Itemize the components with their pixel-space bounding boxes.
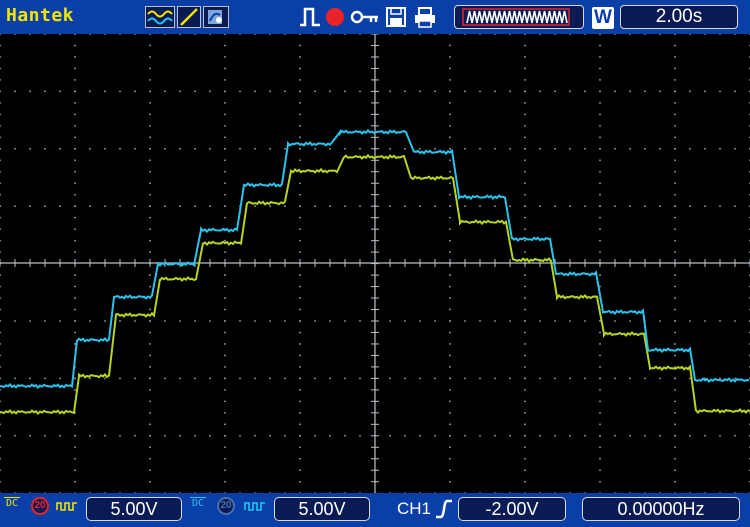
timebase-mode-badge[interactable]: W — [592, 7, 614, 29]
waveform-mode-icon[interactable] — [145, 6, 175, 28]
waveform-display[interactable] — [0, 34, 750, 493]
memory-waveform-icon — [462, 8, 570, 26]
bottom-status-bar: DC 20 5.00V DC 20 5.00V CH1 -2.00V 0.000… — [0, 493, 750, 527]
printer-icon[interactable] — [413, 6, 437, 28]
display-mode-icon[interactable] — [203, 6, 229, 28]
ch2-coupling[interactable]: DC — [190, 497, 206, 509]
ch1-volts-per-div[interactable]: 5.00V — [86, 497, 182, 521]
ch2-coupling-wave-icon — [244, 499, 266, 517]
ch1-coupling-wave-icon — [56, 499, 78, 517]
oscilloscope-screen: Hantek W 2.00s DC 20 5.00V DC 20 5.00V C… — [0, 0, 750, 527]
timebase-value[interactable]: 2.00s — [620, 5, 738, 29]
ch1-coupling[interactable]: DC — [4, 497, 20, 509]
ch2-bandwidth-limit[interactable]: 20 — [217, 497, 235, 515]
persist-mode-icon[interactable] — [177, 6, 201, 28]
trigger-pulse-icon[interactable] — [298, 6, 322, 28]
graticule — [0, 34, 750, 493]
trigger-level[interactable]: -2.00V — [458, 497, 566, 521]
top-status-bar: Hantek W 2.00s — [0, 0, 750, 34]
memory-depth-indicator[interactable] — [454, 5, 584, 29]
waveform-canvas — [0, 34, 750, 493]
save-icon[interactable] — [384, 6, 408, 28]
frequency-counter: 0.00000Hz — [582, 497, 740, 521]
rising-edge-icon[interactable] — [434, 498, 454, 524]
ch1-bandwidth-limit[interactable]: 20 — [31, 497, 49, 515]
trigger-source[interactable]: CH1 — [397, 499, 431, 519]
key-lock-icon[interactable] — [349, 6, 381, 28]
record-icon[interactable] — [324, 6, 346, 28]
brand-logo: Hantek — [6, 5, 75, 26]
ch2-volts-per-div[interactable]: 5.00V — [274, 497, 370, 521]
